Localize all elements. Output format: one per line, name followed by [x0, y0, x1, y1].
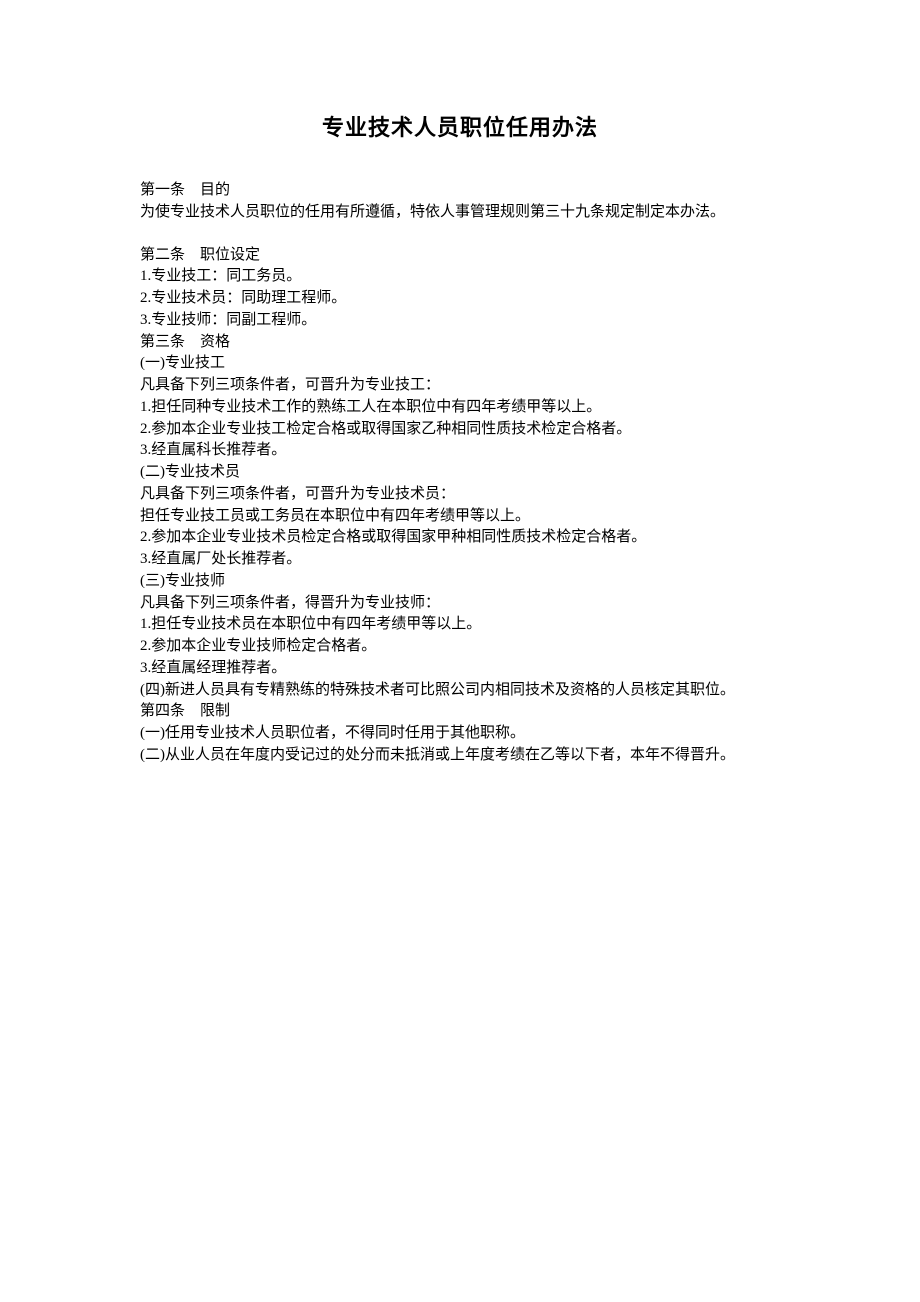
body-line: 2.参加本企业专业技工检定合格或取得国家乙种相同性质技术检定合格者。 — [110, 419, 810, 441]
document-body: 第一条 目的为使专业技术人员职位的任用有所遵循，特依人事管理规则第三十九条规定制… — [110, 180, 810, 767]
body-line: 凡具备下列三项条件者，得晋升为专业技师： — [110, 593, 810, 615]
body-line: 第二条 职位设定 — [110, 245, 810, 267]
body-line: (二)从业人员在年度内受记过的处分而未抵消或上年度考绩在乙等以下者，本年不得晋升… — [110, 745, 810, 767]
body-line: 3.经直属厂处长推荐者。 — [110, 549, 810, 571]
body-line: 担任专业技工员或工务员在本职位中有四年考绩甲等以上。 — [110, 506, 810, 528]
body-line: 凡具备下列三项条件者，可晋升为专业技工： — [110, 375, 810, 397]
body-line: 2.参加本企业专业技术员检定合格或取得国家甲种相同性质技术检定合格者。 — [110, 527, 810, 549]
body-line: (二)专业技术员 — [110, 462, 810, 484]
body-line: 第三条 资格 — [110, 332, 810, 354]
body-line: (一)任用专业技术人员职位者，不得同时任用于其他职称。 — [110, 723, 810, 745]
body-line: 1.专业技工：同工务员。 — [110, 266, 810, 288]
body-line: 3.专业技师：同副工程师。 — [110, 310, 810, 332]
body-line: 为使专业技术人员职位的任用有所遵循，特依人事管理规则第三十九条规定制定本办法。 — [110, 202, 810, 224]
body-line: 1.担任同种专业技术工作的熟练工人在本职位中有四年考绩甲等以上。 — [110, 397, 810, 419]
body-line: 1.担任专业技术员在本职位中有四年考绩甲等以上。 — [110, 614, 810, 636]
body-line: 3.经直属经理推荐者。 — [110, 658, 810, 680]
body-line: 第一条 目的 — [110, 180, 810, 202]
body-line: 3.经直属科长推荐者。 — [110, 440, 810, 462]
body-line: (一)专业技工 — [110, 353, 810, 375]
body-line: 2.参加本企业专业技师检定合格者。 — [110, 636, 810, 658]
body-line: 2.专业技术员：同助理工程师。 — [110, 288, 810, 310]
body-line: 凡具备下列三项条件者，可晋升为专业技术员： — [110, 484, 810, 506]
body-line: (四)新进人员具有专精熟练的特殊技术者可比照公司内相同技术及资格的人员核定其职位… — [110, 680, 810, 702]
body-line: 第四条 限制 — [110, 701, 810, 723]
document-title: 专业技术人员职位任用办法 — [110, 110, 810, 142]
body-line: (三)专业技师 — [110, 571, 810, 593]
blank-line — [110, 224, 810, 245]
